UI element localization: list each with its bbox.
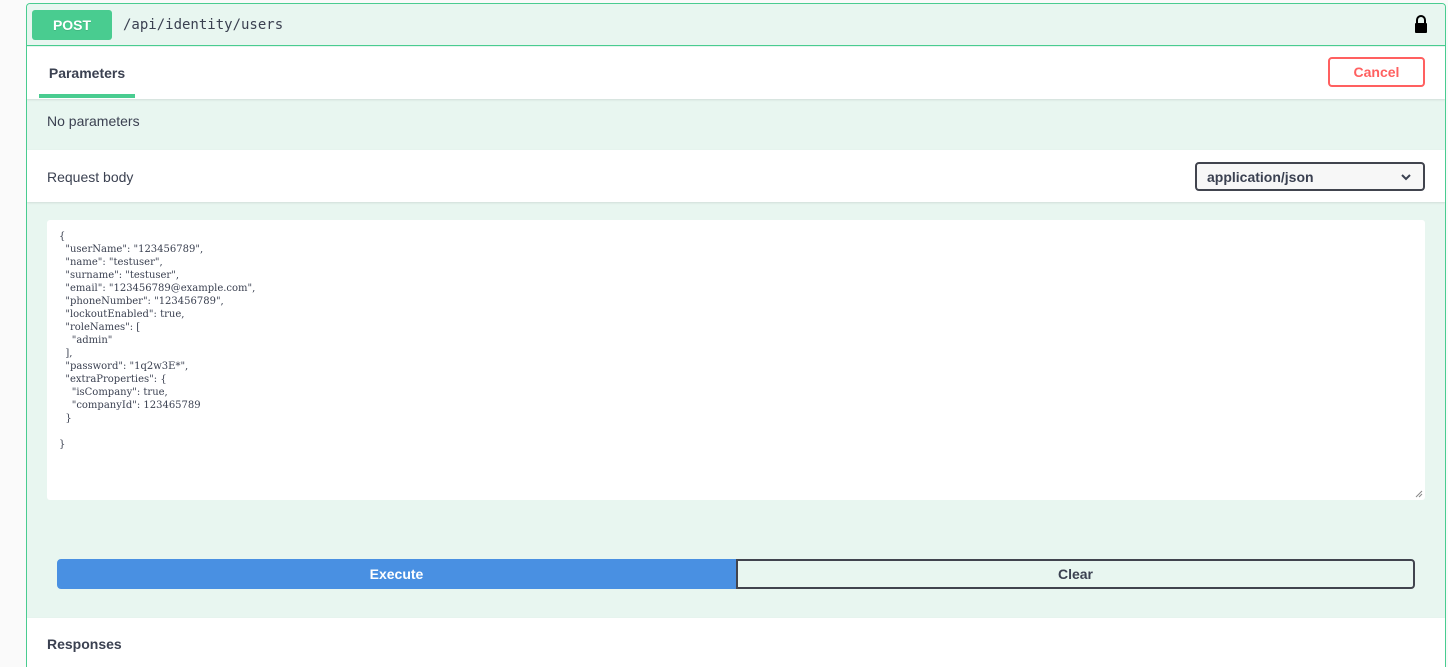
lock-icon[interactable] xyxy=(1413,14,1429,34)
cancel-button[interactable]: Cancel xyxy=(1328,57,1425,87)
no-parameters-text: No parameters xyxy=(47,113,140,129)
operation-summary[interactable]: POST /api/identity/users xyxy=(27,4,1445,46)
post-operation-block: POST /api/identity/users Parameters Canc… xyxy=(26,3,1446,667)
tab-parameters[interactable]: Parameters xyxy=(39,47,135,99)
endpoint-path: /api/identity/users xyxy=(123,17,284,33)
method-badge: POST xyxy=(32,10,112,40)
content-type-select[interactable]: application/json xyxy=(1195,162,1425,191)
responses-title: Responses xyxy=(47,636,122,652)
execute-actions: Execute Clear xyxy=(57,559,1415,589)
request-body-header: Request body application/json xyxy=(27,150,1445,202)
responses-header: Responses xyxy=(27,618,1445,667)
parameters-header: Parameters Cancel xyxy=(27,47,1445,99)
chevron-down-icon xyxy=(1401,174,1411,181)
request-body-editor[interactable]: { "userName": "123456789", "name": "test… xyxy=(47,220,1425,500)
tab-active-indicator xyxy=(39,94,135,98)
clear-button[interactable]: Clear xyxy=(736,559,1415,589)
resize-handle-icon[interactable] xyxy=(1415,490,1423,498)
execute-button[interactable]: Execute xyxy=(57,559,736,589)
request-body-json[interactable]: { "userName": "123456789", "name": "test… xyxy=(47,220,1425,461)
content-type-value: application/json xyxy=(1207,168,1314,185)
request-body-label: Request body xyxy=(47,169,134,185)
